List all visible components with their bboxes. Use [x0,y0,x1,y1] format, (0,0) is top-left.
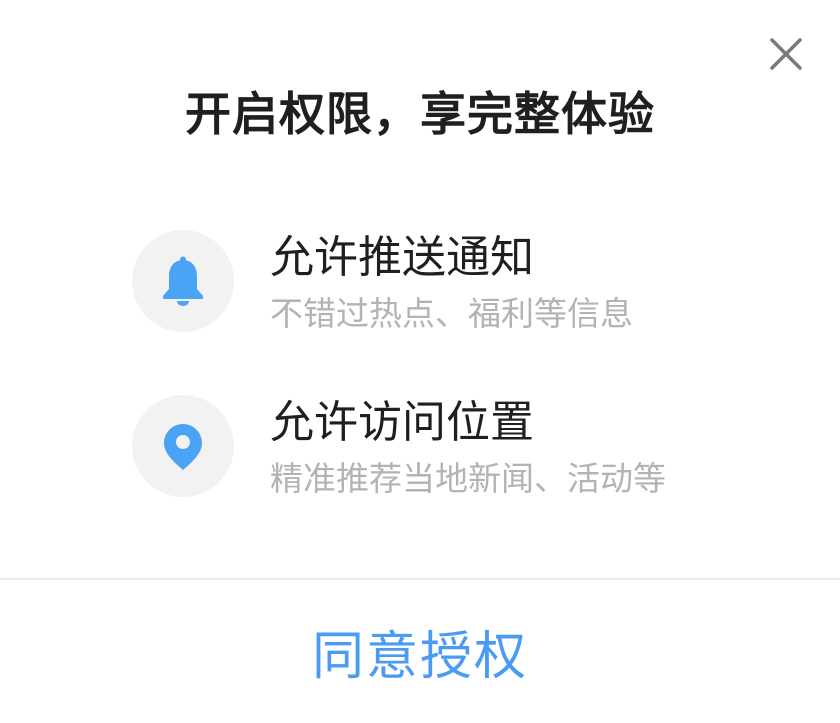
permission-title: 允许访问位置 [270,397,534,448]
dialog-title: 开启权限，享完整体验 [185,87,655,141]
agree-authorize-label: 同意授权 [311,627,528,687]
permission-description: 精准推荐当地新闻、活动等 [270,459,666,498]
permission-item-notification: 允许推送通知 不错过热点、福利等信息 [132,230,752,334]
location-pin-icon [164,424,202,470]
permission-description: 不错过热点、福利等信息 [270,294,633,333]
close-icon [770,38,802,70]
bell-icon [163,256,203,306]
permission-dialog: 开启权限，享完整体验 允许推送通知 不错过热点、福利等信息 允许访问位置 精准推… [0,0,840,723]
permission-item-location: 允许访问位置 精准推荐当地新闻、活动等 [132,395,752,499]
agree-authorize-button[interactable]: 同意授权 [0,580,840,723]
close-button[interactable] [764,32,808,76]
location-icon-container [132,395,234,497]
notification-icon-container [132,230,234,332]
permission-title: 允许推送通知 [270,232,534,283]
